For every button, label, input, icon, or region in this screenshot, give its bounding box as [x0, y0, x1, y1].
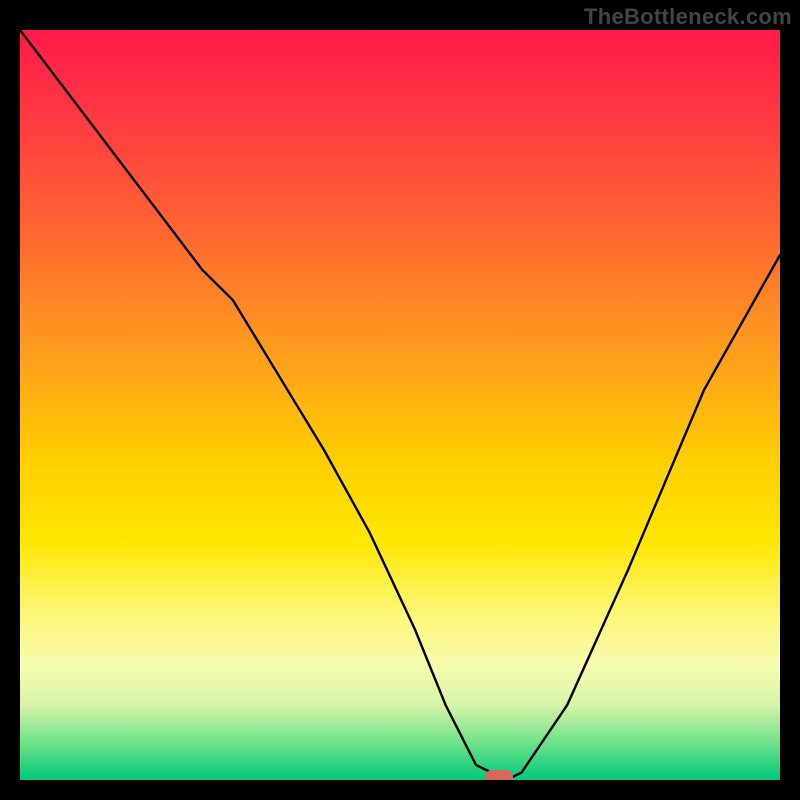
bottleneck-curve — [20, 30, 780, 780]
optimal-marker — [485, 770, 513, 780]
watermark-text: TheBottleneck.com — [584, 4, 792, 30]
chart-frame: TheBottleneck.com — [0, 0, 800, 800]
plot-area — [20, 30, 780, 780]
